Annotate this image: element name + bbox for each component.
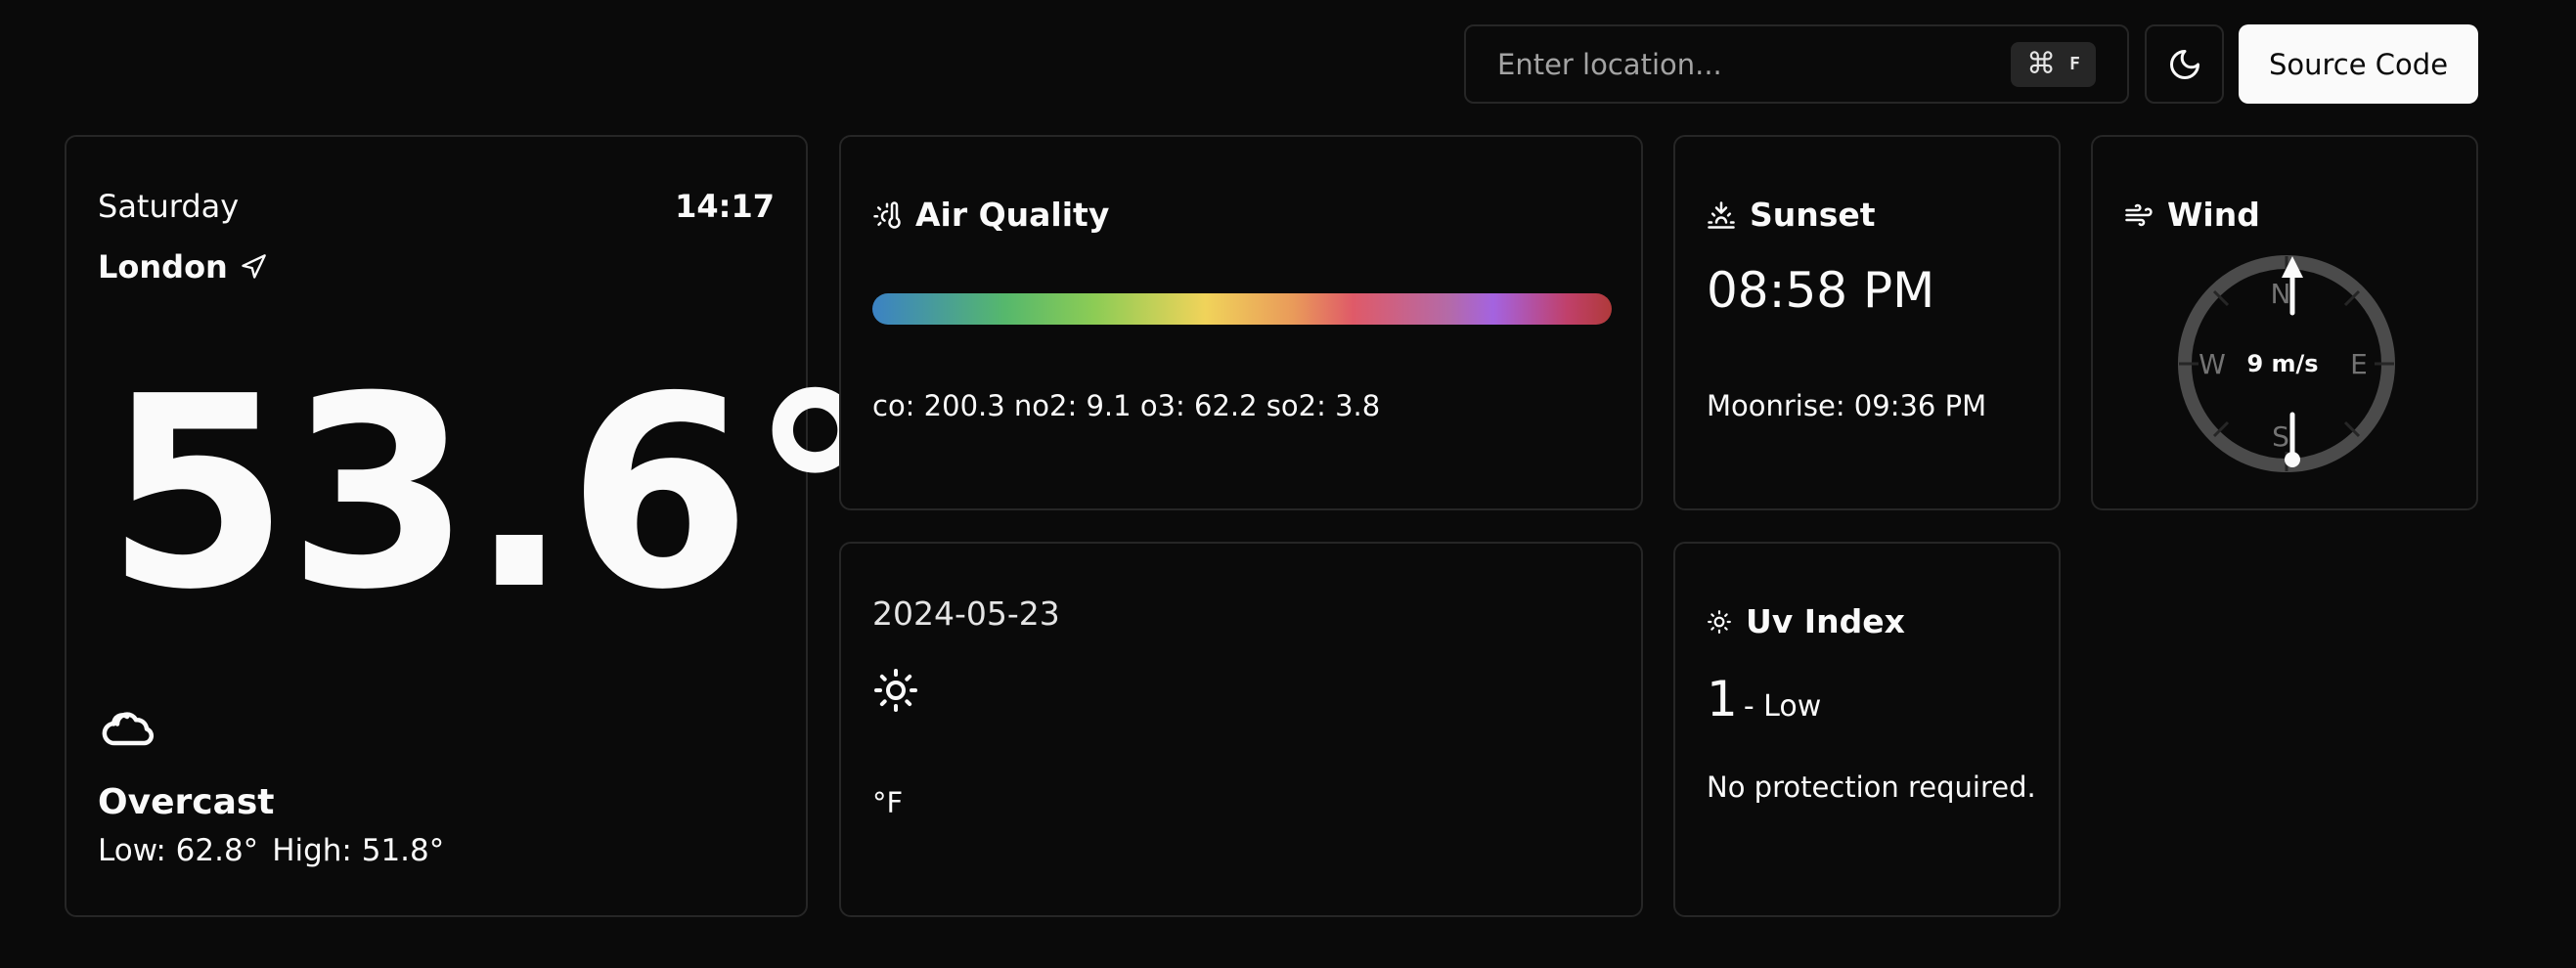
wind-icon	[2125, 203, 2153, 226]
theme-toggle-button[interactable]	[2145, 24, 2224, 104]
city-label: London	[98, 248, 267, 286]
air-quality-card: Air Quality co: 200.3 no2: 9.1 o3: 62.2 …	[839, 135, 1643, 510]
keyboard-shortcut: ⌘ F	[2011, 41, 2096, 87]
sunset-time: 08:58 PM	[1707, 262, 1935, 319]
shortcut-key: F	[2069, 54, 2080, 74]
source-code-button[interactable]: Source Code	[2239, 24, 2478, 104]
navigation-icon	[242, 254, 266, 279]
high-temp: High: 51.8°	[272, 833, 445, 868]
air-quality-values: co: 200.3 no2: 9.1 o3: 62.2 so2: 3.8	[872, 389, 1381, 422]
air-quality-title: Air Quality	[872, 196, 1109, 234]
condition-label: Overcast	[98, 782, 275, 822]
wind-title: Wind	[2124, 196, 2260, 234]
cloud-icon	[102, 712, 155, 746]
sunset-icon	[1708, 200, 1735, 229]
compass-south: S	[2272, 420, 2289, 453]
air-quality-title-text: Air Quality	[915, 196, 1110, 234]
wind-title-text: Wind	[2167, 196, 2260, 234]
uv-number: 1	[1707, 671, 1738, 727]
low-high: Low: 62.8° High: 51.8°	[98, 833, 444, 868]
compass-west: W	[2198, 348, 2226, 380]
sun-icon	[1708, 609, 1731, 634]
moonrise-time: Moonrise: 09:36 PM	[1707, 389, 1987, 422]
search-input[interactable]	[1497, 47, 2012, 81]
temperature: 53.6°	[106, 339, 881, 647]
forecast-card: 2024-05-23 °F	[839, 542, 1643, 917]
search-bar[interactable]: ⌘ F	[1464, 24, 2129, 104]
wind-speed: 9 m/s	[2246, 350, 2318, 377]
uv-description: No protection required.	[1707, 770, 2036, 804]
current-weather-card: Saturday 14:17 London 53.6° Overcast Low…	[65, 135, 881, 917]
compass-icon: N S W E 9 m/s	[2178, 255, 2395, 472]
day-label: Saturday	[98, 188, 240, 225]
command-icon: ⌘	[2026, 46, 2057, 81]
compass-north: N	[2271, 278, 2291, 310]
uv-index-card: Uv Index 1 - Low No protection required.	[1673, 542, 2061, 917]
uv-level: - Low	[1743, 689, 1822, 724]
wind-card: Wind N S W E 9 m/s	[2091, 135, 2478, 510]
time-label: 14:17	[675, 188, 775, 225]
uv-title-text: Uv Index	[1746, 602, 1905, 640]
sunset-card: Sunset 08:58 PM Moonrise: 09:36 PM	[1673, 135, 2061, 510]
forecast-unit: °F	[872, 786, 904, 819]
air-quality-scale	[872, 293, 1612, 325]
forecast-date: 2024-05-23	[872, 594, 1060, 633]
sunset-title: Sunset	[1707, 196, 1876, 234]
uv-value: 1 - Low	[1707, 671, 1821, 727]
sunset-title-text: Sunset	[1750, 196, 1876, 234]
low-temp: Low: 62.8°	[98, 833, 259, 868]
sun-icon	[874, 669, 917, 712]
city-name: London	[98, 248, 228, 286]
uv-title: Uv Index	[1707, 602, 1905, 640]
thermometer-sun-icon	[873, 200, 901, 229]
compass-east: E	[2350, 348, 2368, 380]
moon-icon	[2169, 49, 2199, 79]
